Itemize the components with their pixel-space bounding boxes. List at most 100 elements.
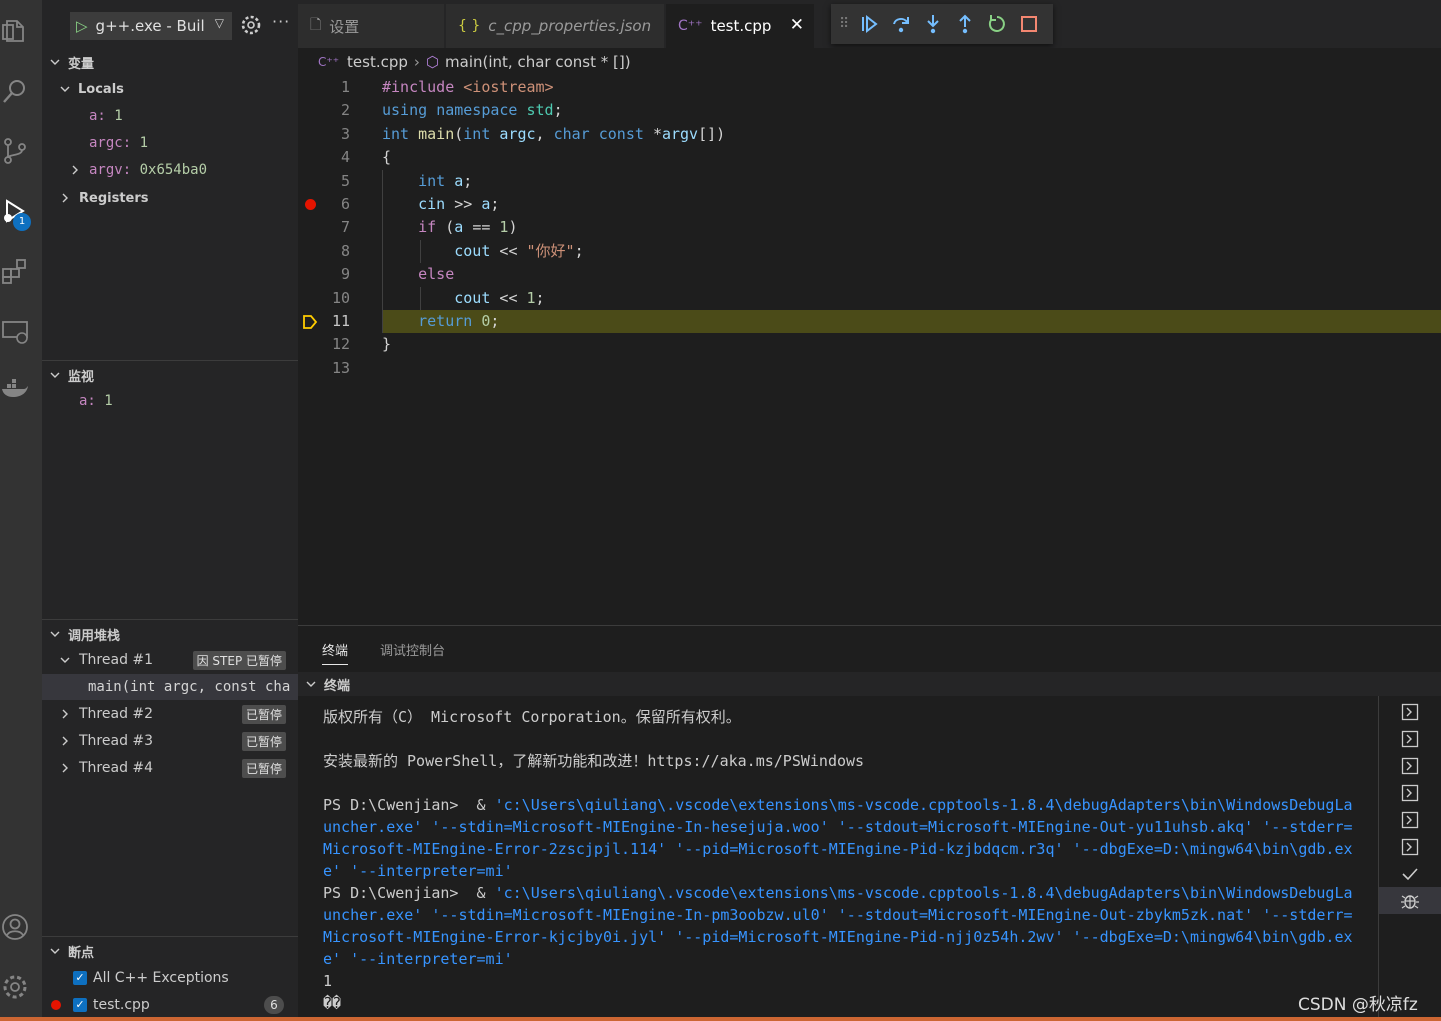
code-line[interactable]: 6 cin >> a;	[298, 193, 1441, 216]
line-number: 6	[340, 195, 350, 213]
step-into-icon[interactable]	[917, 8, 949, 40]
watch-expression-row[interactable]: a: 1	[42, 388, 298, 414]
remote-explorer-icon[interactable]	[0, 314, 30, 348]
terminal-instance-icon[interactable]	[1379, 698, 1441, 725]
tab-label: c_cpp_properties.json	[488, 17, 652, 35]
locals-scope[interactable]: Locals	[42, 76, 298, 102]
code-line[interactable]: 12}	[298, 333, 1441, 356]
current-line-highlight	[382, 310, 1441, 334]
line-number: 4	[340, 148, 350, 167]
breadcrumb-file[interactable]: test.cpp	[347, 53, 408, 71]
breakpoints-section-header[interactable]: 断点	[42, 939, 298, 963]
terminal-instance-icon[interactable]	[1379, 752, 1441, 779]
terminal-output[interactable]: 版权所有（C） Microsoft Corporation。保留所有权利。 安装…	[323, 706, 1353, 1014]
editor-tab-bar: 🗋 设置 { } c_cpp_properties.json C⁺⁺ test.…	[298, 0, 1441, 48]
status-bar	[0, 1017, 1441, 1021]
indent-guide	[420, 286, 421, 310]
breakpoint-checkbox[interactable]: ✓	[73, 971, 87, 985]
extensions-icon[interactable]	[0, 254, 30, 288]
stack-frame-row[interactable]: main(int argc, const cha	[42, 674, 298, 700]
thread-row[interactable]: Thread #1 因 STEP 已暂停	[42, 647, 298, 673]
restart-icon[interactable]	[981, 8, 1013, 40]
terminal-instance-icon[interactable]	[1379, 833, 1441, 860]
code-line[interactable]: 9 else	[298, 263, 1441, 286]
code-line[interactable]: 1 #include <iostream>	[298, 76, 1441, 99]
breakpoint-row[interactable]: ✓ test.cpp 6	[42, 992, 298, 1018]
breakpoint-dot-icon[interactable]	[305, 199, 316, 210]
debug-settings-gear-icon[interactable]	[240, 14, 262, 36]
tab-test-cpp[interactable]: C⁺⁺ test.cpp ✕	[666, 4, 814, 48]
registers-scope[interactable]: Registers	[42, 185, 298, 211]
code-editor[interactable]: 1 #include <iostream> 2 using namespace std…	[298, 76, 1441, 624]
breakpoint-label: All C++ Exceptions	[93, 970, 229, 986]
task-check-icon[interactable]	[1379, 860, 1441, 887]
step-over-icon[interactable]	[885, 8, 917, 40]
stop-icon[interactable]	[1013, 8, 1045, 40]
debug-bug-icon[interactable]	[1379, 887, 1441, 914]
code-line[interactable]: 7 if (a == 1)	[298, 216, 1441, 239]
chevron-down-icon	[50, 372, 60, 378]
watch-section-header[interactable]: 监视	[42, 363, 298, 387]
breakpoint-checkbox[interactable]: ✓	[73, 998, 87, 1012]
code-line[interactable]: 8 cout << "你好";	[298, 240, 1441, 263]
tab-settings[interactable]: 🗋 设置	[298, 4, 444, 48]
code-line[interactable]: 13	[298, 357, 1441, 380]
step-out-icon[interactable]	[949, 8, 981, 40]
section-divider	[42, 936, 298, 937]
code-line[interactable]: 2 using namespace std;	[298, 99, 1441, 122]
explorer-icon[interactable]	[0, 14, 30, 48]
terminal-section-header[interactable]: 终端	[298, 672, 1441, 696]
thread-label: Thread #4	[79, 760, 154, 776]
tab-c-cpp-properties[interactable]: { } c_cpp_properties.json	[446, 4, 664, 48]
call-stack-section-header[interactable]: 调用堆栈	[42, 622, 298, 646]
search-icon[interactable]	[0, 74, 30, 108]
source-control-icon[interactable]	[0, 134, 30, 168]
thread-row[interactable]: Thread #2 已暂停	[42, 701, 298, 727]
code-text: }	[382, 335, 392, 354]
thread-status-badge: 已暂停	[241, 732, 286, 751]
breakpoint-row[interactable]: ✓ All C++ Exceptions	[42, 965, 298, 991]
watch-expression-name: a:	[79, 393, 96, 409]
registers-label: Registers	[79, 190, 149, 206]
chevron-right-icon	[62, 736, 68, 746]
terminal-line: 1	[323, 972, 333, 990]
close-icon[interactable]: ✕	[790, 15, 804, 35]
terminal-instance-icon[interactable]	[1379, 725, 1441, 752]
manage-gear-icon[interactable]	[0, 970, 30, 1004]
breadcrumb-symbol[interactable]: main(int, char const * [])	[445, 53, 631, 71]
variable-row[interactable]: argv: 0x654ba0	[42, 157, 298, 183]
code-text: #include <iostream>	[382, 78, 554, 96]
debug-stack-frame-arrow-icon	[302, 314, 318, 330]
thread-status-badge: 已暂停	[241, 705, 286, 724]
terminal-instance-icon[interactable]	[1379, 806, 1441, 833]
variable-row[interactable]: a: 1	[42, 103, 298, 129]
thread-row[interactable]: Thread #3 已暂停	[42, 728, 298, 754]
variable-row[interactable]: argc: 1	[42, 130, 298, 156]
breakpoints-title: 断点	[68, 945, 95, 961]
tab-debug-console[interactable]: 调试控制台	[380, 640, 445, 664]
docker-icon[interactable]	[0, 372, 30, 406]
code-line[interactable]: 5 int a;	[298, 170, 1441, 193]
code-line[interactable]: 4{	[298, 146, 1441, 169]
continue-icon[interactable]	[853, 8, 885, 40]
more-actions-icon[interactable]: ···	[272, 12, 290, 31]
line-number: 9	[340, 265, 350, 284]
locals-label: Locals	[78, 81, 124, 97]
code-line[interactable]: 11 return 0;	[298, 310, 1441, 334]
chevron-right-icon	[72, 165, 78, 175]
code-text: {	[382, 148, 392, 167]
code-line[interactable]: 3 int main(int argc, char const *argv[])	[298, 123, 1441, 146]
breakpoint-label: test.cpp	[93, 997, 150, 1013]
account-icon[interactable]	[0, 910, 30, 944]
terminal-instance-icon[interactable]	[1379, 779, 1441, 806]
code-text: using namespace std;	[382, 101, 563, 120]
variables-section-header[interactable]: 变量	[42, 50, 298, 74]
tab-terminal[interactable]: 终端	[322, 640, 349, 665]
chevron-down-icon: ▽	[214, 16, 224, 30]
start-debug-icon[interactable]: ▷	[76, 17, 88, 35]
thread-row[interactable]: Thread #4 已暂停	[42, 755, 298, 781]
code-line[interactable]: 10 cout << 1;	[298, 287, 1441, 310]
launch-config-select[interactable]: ▷ g++.exe - Buil ▽	[70, 12, 232, 40]
code-text: if (a == 1)	[418, 218, 518, 237]
drag-handle-icon[interactable]: ⠿	[839, 16, 849, 32]
